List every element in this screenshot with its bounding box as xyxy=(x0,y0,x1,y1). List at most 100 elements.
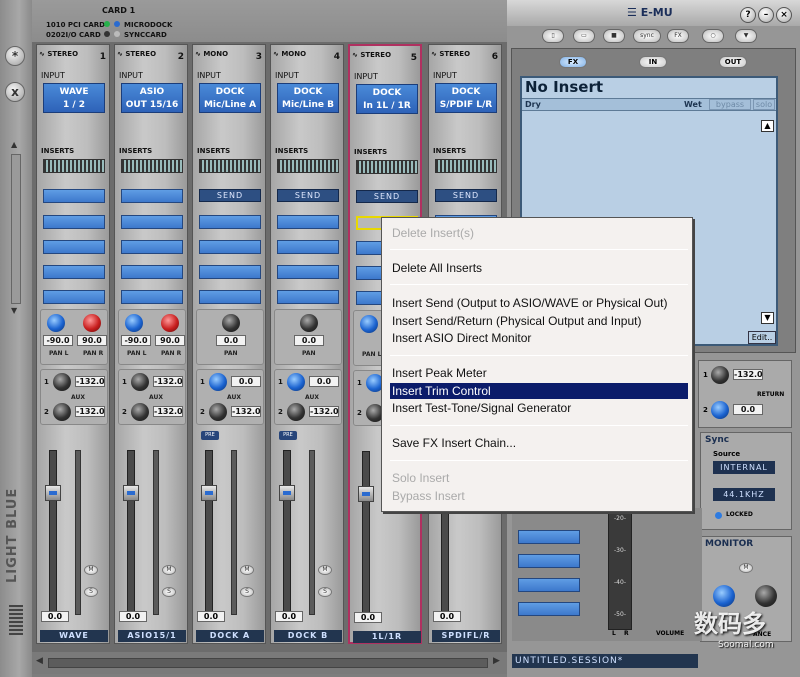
save-session-button[interactable]: ■ xyxy=(603,29,625,43)
menu-item-insert-trim-control[interactable]: Insert Trim Control xyxy=(390,383,688,399)
sample-rate-select[interactable]: 44.1KHZ xyxy=(713,488,775,501)
menu-item-save-fx-chain[interactable]: Save FX Insert Chain... xyxy=(390,435,688,451)
menu-item-delete-inserts[interactable]: Delete Insert(s) xyxy=(390,225,688,241)
vertical-scrollbar[interactable]: ▲ ▼ xyxy=(8,140,24,320)
return-aux1-knob[interactable] xyxy=(711,366,729,384)
insert-slot[interactable] xyxy=(277,290,339,304)
aux1-knob[interactable] xyxy=(53,373,71,391)
fader-handle[interactable] xyxy=(279,485,295,501)
fader-handle[interactable] xyxy=(123,485,139,501)
input-source-button[interactable]: DOCK Mic/Line A xyxy=(199,83,261,113)
fader-handle[interactable] xyxy=(358,486,374,502)
open-session-button[interactable]: ▭ xyxy=(573,29,595,43)
tab-in[interactable]: IN xyxy=(639,56,667,68)
insert-slot[interactable] xyxy=(121,290,183,304)
insert-slot[interactable] xyxy=(121,189,183,203)
fader-handle[interactable] xyxy=(45,485,61,501)
aux1-knob[interactable] xyxy=(131,373,149,391)
menu-item-bypass-insert[interactable]: Bypass Insert xyxy=(390,488,688,504)
scroll-down-icon[interactable]: ▼ xyxy=(11,306,21,316)
insert-slot[interactable] xyxy=(199,290,261,304)
edit-button[interactable]: Edit.. xyxy=(748,331,776,344)
input-source-button[interactable]: WAVE 1 / 2 xyxy=(43,83,105,113)
send-insert[interactable]: SEND xyxy=(356,190,418,203)
help-button[interactable]: ? xyxy=(740,7,756,23)
menu-item-insert-send[interactable]: Insert Send (Output to ASIO/WAVE or Phys… xyxy=(390,295,688,311)
aux1-knob[interactable] xyxy=(209,373,227,391)
insert-slot[interactable] xyxy=(199,215,261,229)
menu-item-solo-insert[interactable]: Solo Insert xyxy=(390,470,688,486)
channel-strip-4[interactable]: ∿ MONO 4 INPUT DOCK Mic/Line B INSERTS S… xyxy=(270,44,344,644)
channel-name[interactable]: SPDIFL/R xyxy=(432,630,500,642)
fader-track[interactable] xyxy=(283,450,291,615)
insert-slot[interactable] xyxy=(43,240,105,254)
channel-strip-3[interactable]: ∿ MONO 3 INPUT DOCK Mic/Line A INSERTS S… xyxy=(192,44,266,644)
output-insert-slot[interactable] xyxy=(518,530,580,544)
scroll-left-icon[interactable]: ◀ xyxy=(36,656,43,666)
input-source-button[interactable]: ASIO OUT 15/16 xyxy=(121,83,183,113)
input-source-button[interactable]: DOCK S/PDIF L/R xyxy=(435,83,497,113)
menu-item-insert-send-return[interactable]: Insert Send/Return (Physical Output and … xyxy=(390,313,688,329)
close-button[interactable]: x xyxy=(5,82,25,102)
menu-item-delete-all-inserts[interactable]: Delete All Inserts xyxy=(390,260,688,276)
aux2-knob[interactable] xyxy=(209,403,227,421)
send-insert[interactable]: SEND xyxy=(277,189,339,202)
aux2-knob[interactable] xyxy=(131,403,149,421)
return-aux2-knob[interactable] xyxy=(711,401,729,419)
new-session-button[interactable]: ▯ xyxy=(542,29,564,43)
fader-track[interactable] xyxy=(362,451,370,616)
close-window-button[interactable]: × xyxy=(776,7,792,23)
pan-left-knob[interactable] xyxy=(47,314,65,332)
insert-slot[interactable] xyxy=(43,215,105,229)
fader-track[interactable] xyxy=(49,450,57,615)
insert-slot[interactable] xyxy=(277,265,339,279)
output-insert-slot[interactable] xyxy=(518,578,580,592)
mute-button[interactable]: M xyxy=(84,565,98,575)
menu-item-insert-asio-monitor[interactable]: Insert ASIO Direct Monitor xyxy=(390,330,688,346)
channel-strip-1[interactable]: ∿ STEREO 1 INPUT WAVE 1 / 2 INSERTS -90.… xyxy=(36,44,110,644)
pan-right-knob[interactable] xyxy=(161,314,179,332)
pre-button[interactable]: PRE xyxy=(201,431,219,440)
channel-name[interactable]: 1L/1R xyxy=(353,631,421,643)
insert-slot[interactable] xyxy=(43,290,105,304)
horizontal-scrollbar[interactable]: ◀ ▶ xyxy=(32,652,507,674)
record-button[interactable]: ○ xyxy=(702,29,724,43)
fx-button[interactable]: FX xyxy=(667,29,689,43)
output-insert-slot[interactable] xyxy=(518,602,580,616)
pan-knob[interactable] xyxy=(300,314,318,332)
tab-fx[interactable]: FX xyxy=(559,56,587,68)
pan-right-knob[interactable] xyxy=(83,314,101,332)
fx-scroll-up-icon[interactable]: ▲ xyxy=(761,120,774,132)
send-insert[interactable]: SEND xyxy=(435,189,497,202)
fader-track[interactable] xyxy=(127,450,135,615)
input-source-button[interactable]: DOCK Mic/Line B xyxy=(277,83,339,113)
fader-handle[interactable] xyxy=(201,485,217,501)
scroll-track[interactable] xyxy=(48,658,488,668)
insert-slot[interactable] xyxy=(43,265,105,279)
scroll-up-icon[interactable]: ▲ xyxy=(11,140,21,150)
dry-wet-row[interactable]: Dry Wet bypass solo xyxy=(522,98,776,111)
pan-left-knob[interactable] xyxy=(360,315,378,333)
input-source-button[interactable]: DOCK In 1L / 1R xyxy=(356,84,418,114)
pin-button[interactable]: * xyxy=(5,46,25,66)
insert-slot[interactable] xyxy=(43,189,105,203)
insert-slot[interactable] xyxy=(121,265,183,279)
output-insert-slot[interactable] xyxy=(518,554,580,568)
bypass-button[interactable]: bypass xyxy=(709,99,751,110)
insert-slot[interactable] xyxy=(199,240,261,254)
mute-button[interactable]: M xyxy=(318,565,332,575)
insert-slot[interactable] xyxy=(199,265,261,279)
sync-button[interactable]: sync xyxy=(633,29,661,43)
insert-slot[interactable] xyxy=(277,240,339,254)
menu-item-insert-test-tone[interactable]: Insert Test-Tone/Signal Generator xyxy=(390,400,688,416)
solo-fx-button[interactable]: solo xyxy=(753,99,775,110)
channel-strip-2[interactable]: ∿ STEREO 2 INPUT ASIO OUT 15/16 INSERTS … xyxy=(114,44,188,644)
aux2-knob[interactable] xyxy=(53,403,71,421)
insert-slot[interactable] xyxy=(121,215,183,229)
mute-button[interactable]: M xyxy=(240,565,254,575)
minimize-button[interactable]: – xyxy=(758,7,774,23)
insert-slot[interactable] xyxy=(277,215,339,229)
channel-name[interactable]: WAVE xyxy=(40,630,108,642)
mute-button[interactable]: M xyxy=(162,565,176,575)
pan-knob[interactable] xyxy=(222,314,240,332)
